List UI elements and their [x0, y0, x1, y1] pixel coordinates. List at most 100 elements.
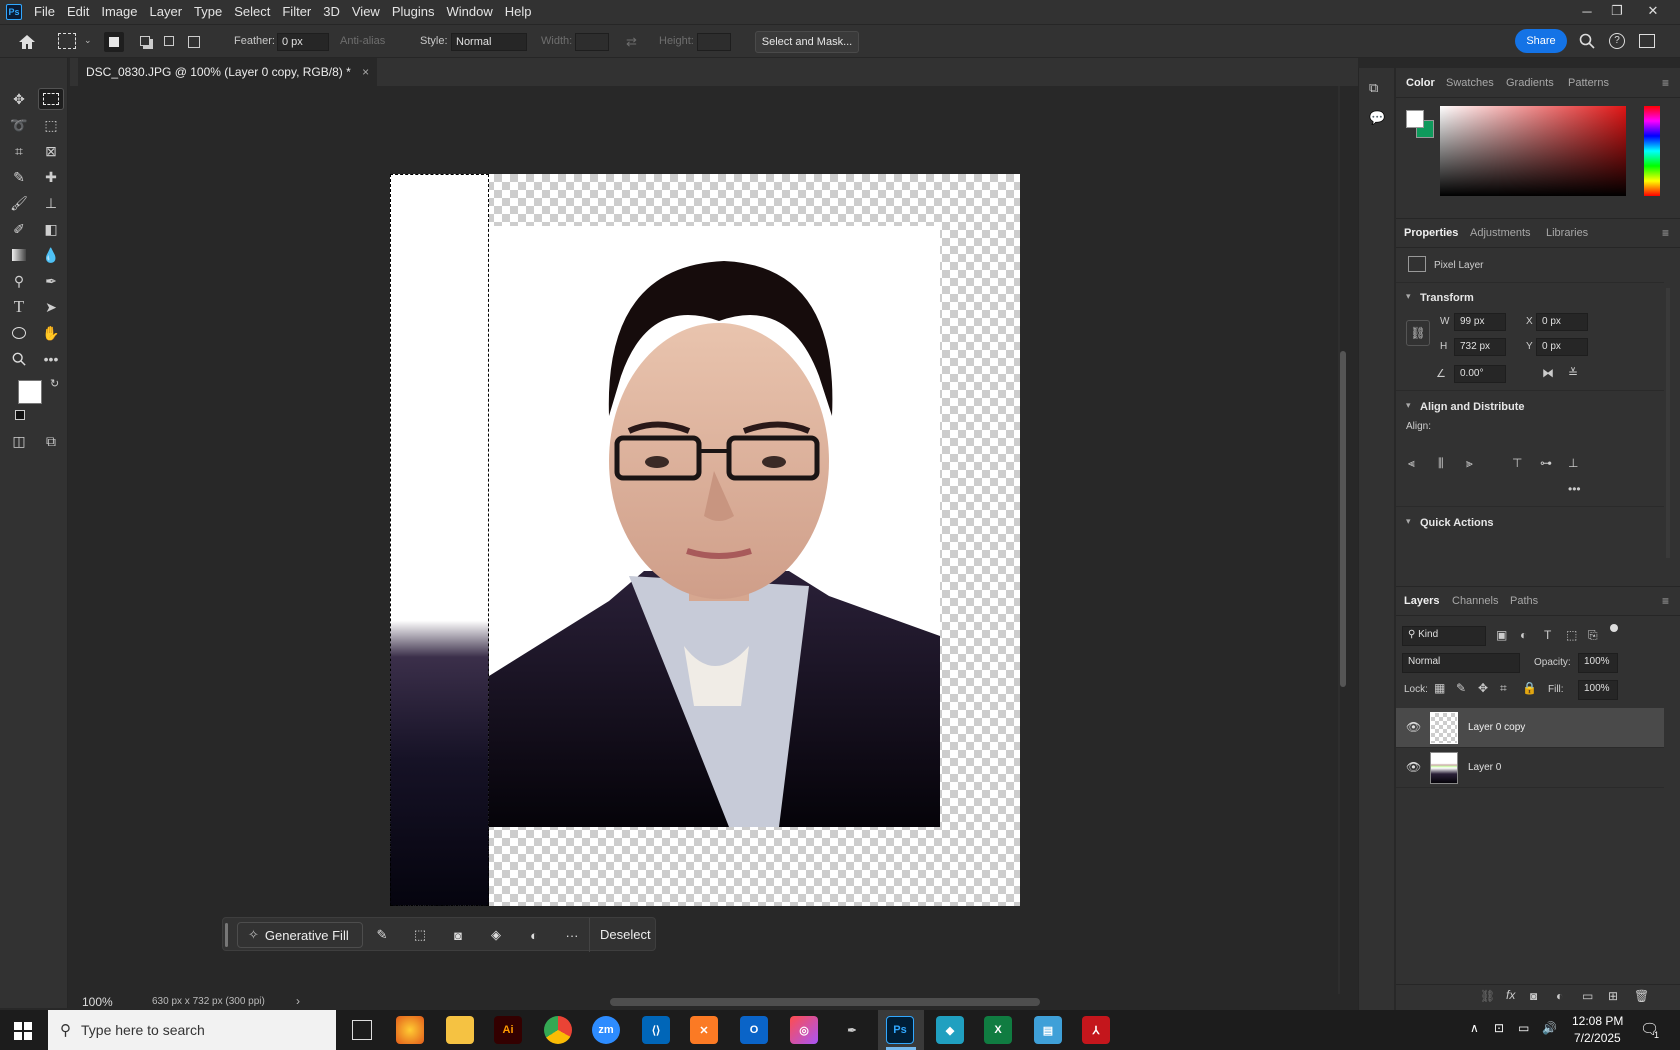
menu-edit[interactable]: Edit	[61, 0, 95, 24]
restore-icon[interactable]: ❐	[1602, 0, 1632, 22]
filter-pixel-icon[interactable]: ▣	[1496, 628, 1507, 642]
link-icon[interactable]: ⛓	[1406, 320, 1430, 346]
tab-swatches[interactable]: Swatches	[1446, 77, 1494, 89]
menu-image[interactable]: Image	[95, 0, 143, 24]
network-icon[interactable]: ▭	[1518, 1021, 1529, 1035]
layer-name[interactable]: Layer 0	[1468, 762, 1501, 773]
excel-icon[interactable]: X	[984, 1016, 1012, 1044]
xampp-icon[interactable]: ✕	[690, 1016, 718, 1044]
rectangular-marquee-tool-icon[interactable]	[38, 88, 64, 110]
zoom-tool-icon[interactable]	[6, 348, 32, 370]
chevron-down-icon[interactable]: ⌄	[84, 35, 92, 46]
style-select[interactable]: Normal	[451, 33, 527, 51]
file-explorer-icon[interactable]	[446, 1016, 474, 1044]
filter-adjustment-icon[interactable]: ◐	[1520, 628, 1527, 642]
layer-row[interactable]: 👁 Layer 0 copy	[1396, 708, 1664, 748]
search-icon[interactable]	[1579, 33, 1595, 52]
menu-select[interactable]: Select	[228, 0, 276, 24]
align-bottom-icon[interactable]: ⊥	[1568, 456, 1578, 470]
panel-menu-icon[interactable]: ≡	[1662, 594, 1669, 608]
subtract-from-selection-icon[interactable]	[164, 36, 174, 46]
comments-panel-icon[interactable]: 💬	[1369, 110, 1385, 126]
blend-mode-select[interactable]: Normal	[1402, 653, 1520, 673]
adjustment-layer-icon[interactable]: ◐	[525, 926, 543, 944]
eye-icon[interactable]: 👁	[1406, 720, 1421, 734]
filter-type-icon[interactable]: T	[1544, 628, 1551, 642]
illustrator-icon[interactable]: Ai	[494, 1016, 522, 1044]
align-left-icon[interactable]: ⫷	[1408, 456, 1415, 471]
windows-start-icon[interactable]	[14, 1022, 32, 1040]
width-field[interactable]: 99 px	[1454, 313, 1506, 331]
properties-scrollbar[interactable]	[1666, 288, 1670, 558]
close-window-icon[interactable]: ✕	[1638, 0, 1668, 22]
tab-channels[interactable]: Channels	[1452, 595, 1498, 607]
document-canvas[interactable]	[390, 174, 1020, 906]
flip-vertical-icon[interactable]: ≚	[1568, 366, 1578, 380]
link-layers-icon[interactable]: ⛓	[1480, 989, 1495, 1003]
screen-mode-icon[interactable]: ⧉	[38, 430, 64, 452]
intersect-selection-icon[interactable]	[188, 36, 200, 48]
menu-help[interactable]: Help	[499, 0, 538, 24]
y-field[interactable]: 0 px	[1536, 338, 1588, 356]
new-adjustment-icon[interactable]: ◐	[1556, 989, 1563, 1003]
tab-layers[interactable]: Layers	[1404, 595, 1439, 607]
flip-horizontal-icon[interactable]: ⧓	[1542, 366, 1554, 380]
fx-icon[interactable]: fx	[1506, 988, 1515, 1002]
outlook-icon[interactable]: O	[740, 1016, 768, 1044]
pen-tool-icon[interactable]: ✒	[38, 270, 64, 292]
frame-tool-icon[interactable]: ⊠	[38, 140, 64, 162]
more-tools-icon[interactable]: •••	[38, 348, 64, 370]
workspace-icon[interactable]	[1639, 34, 1655, 48]
height-input[interactable]	[697, 33, 731, 51]
acrobat-icon[interactable]: ⅄	[1082, 1016, 1110, 1044]
menu-plugins[interactable]: Plugins	[386, 0, 441, 24]
filter-toggle[interactable]	[1610, 624, 1618, 632]
hue-slider[interactable]	[1644, 106, 1660, 196]
lock-pixels-icon[interactable]: ✎	[1456, 681, 1466, 695]
document-tab[interactable]: DSC_0830.JPG @ 100% (Layer 0 copy, RGB/8…	[78, 58, 378, 86]
quick-mask-icon[interactable]: ◫	[6, 430, 32, 452]
menu-type[interactable]: Type	[188, 0, 228, 24]
lock-transparency-icon[interactable]: ▦	[1434, 681, 1445, 695]
new-group-icon[interactable]: ▭	[1582, 989, 1593, 1003]
add-mask-icon[interactable]: ◙	[1530, 989, 1537, 1003]
tab-adjustments[interactable]: Adjustments	[1470, 227, 1531, 239]
color-panel-foreground[interactable]	[1406, 110, 1424, 128]
ellipse-tool-icon[interactable]	[6, 322, 32, 344]
tab-paths[interactable]: Paths	[1510, 595, 1538, 607]
vscode-icon[interactable]: ⟨⟩	[642, 1016, 670, 1044]
photoshop-taskbar-icon[interactable]: Ps	[886, 1016, 914, 1044]
tab-properties[interactable]: Properties	[1404, 227, 1458, 239]
vertical-scrollbar-thumb[interactable]	[1340, 351, 1346, 687]
home-icon[interactable]	[16, 31, 38, 53]
app-diamond-icon[interactable]: ◆	[936, 1016, 964, 1044]
chrome-icon[interactable]	[544, 1016, 572, 1044]
canvas-area[interactable]	[70, 86, 1346, 994]
lasso-tool-icon[interactable]: ➰	[6, 114, 32, 136]
tab-gradients[interactable]: Gradients	[1506, 77, 1554, 89]
panel-menu-icon[interactable]: ≡	[1662, 226, 1669, 240]
add-to-selection-icon[interactable]	[140, 36, 150, 46]
zoom-icon[interactable]: zm	[592, 1016, 620, 1044]
creative-cloud-icon[interactable]: ◎	[790, 1016, 818, 1044]
delete-layer-icon[interactable]: 🗑	[1634, 989, 1649, 1003]
generative-fill-button[interactable]: ✧ Generative Fill	[237, 922, 363, 948]
angle-field[interactable]: 0.00°	[1454, 365, 1506, 383]
menu-view[interactable]: View	[346, 0, 386, 24]
minimize-icon[interactable]: ─	[1572, 0, 1602, 22]
healing-brush-tool-icon[interactable]: ✚	[38, 166, 64, 188]
firefox-icon[interactable]	[396, 1016, 424, 1044]
x-field[interactable]: 0 px	[1536, 313, 1588, 331]
eye-icon[interactable]: 👁	[1406, 760, 1421, 774]
tray-app-icon[interactable]: ⊡	[1494, 1021, 1504, 1035]
filter-smart-object-icon[interactable]: ⎘	[1588, 628, 1598, 643]
menu-file[interactable]: File	[28, 0, 61, 24]
eyedropper-tool-icon[interactable]: ✎	[6, 166, 32, 188]
foreground-color-swatch[interactable]	[18, 380, 42, 404]
hand-tool-icon[interactable]: ✋	[38, 322, 64, 344]
height-field[interactable]: 732 px	[1454, 338, 1506, 356]
panel-menu-icon[interactable]: ≡	[1662, 76, 1669, 90]
crop-tool-icon[interactable]: ⌗	[6, 140, 32, 162]
zoom-level[interactable]: 100%	[82, 995, 113, 1009]
tray-chevron-icon[interactable]: ∧	[1470, 1021, 1479, 1035]
